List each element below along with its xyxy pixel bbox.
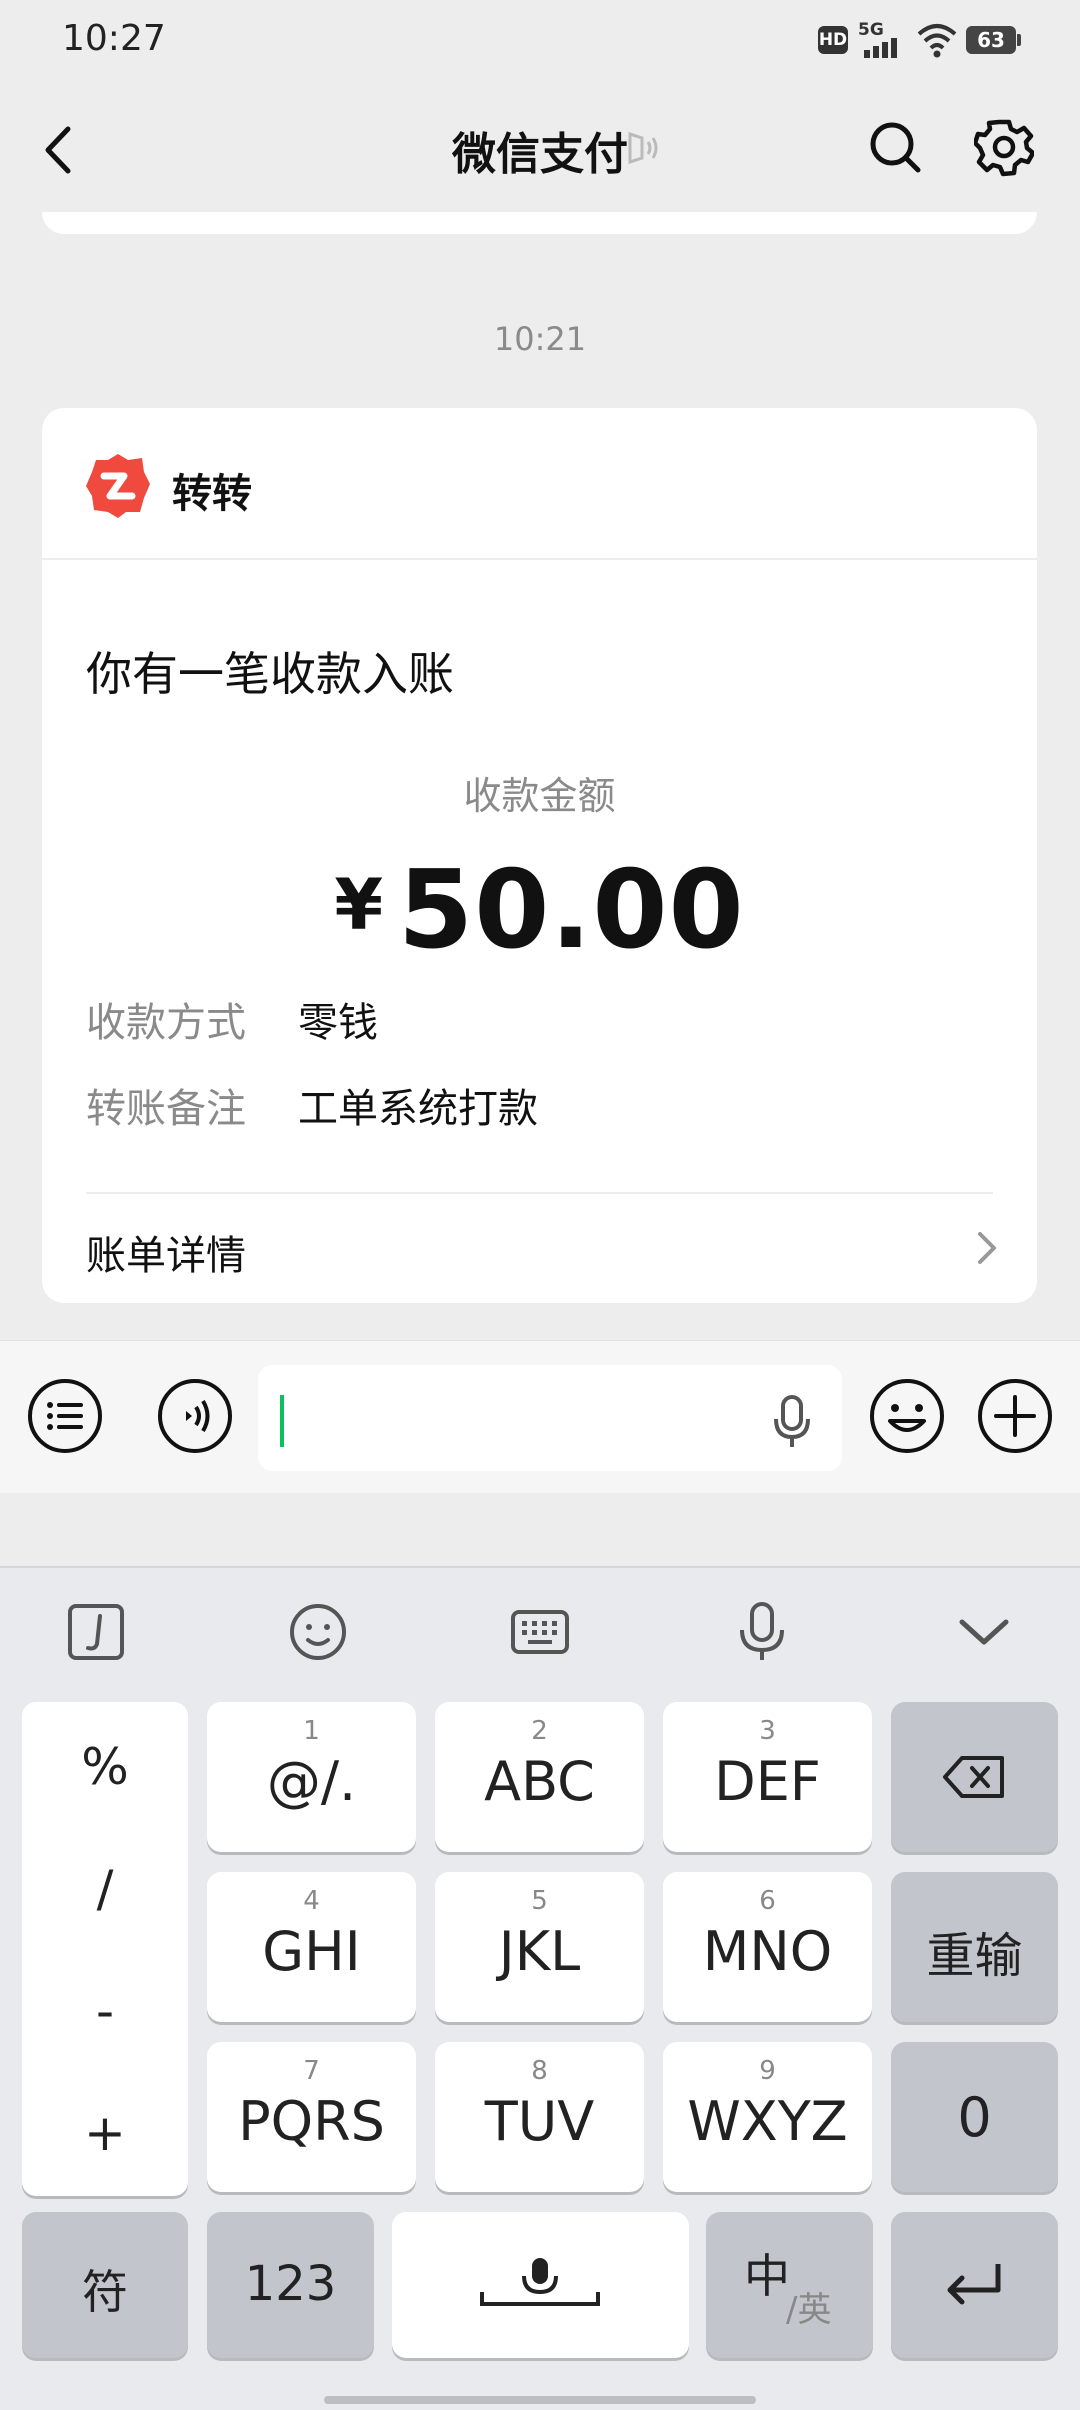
symbol-plus-key[interactable]: + <box>22 2104 188 2162</box>
mute-notification-icon <box>624 128 664 168</box>
kb-toolbar-emoji-button[interactable] <box>286 1600 350 1664</box>
amount-label: 收款金额 <box>463 774 616 818</box>
plus-icon <box>978 1379 1052 1453</box>
text-caret <box>280 1395 284 1447</box>
menu-list-button[interactable] <box>26 1377 104 1455</box>
message-timestamp: 10:21 <box>493 320 587 358</box>
emoji-face-icon <box>290 1604 346 1660</box>
amount-value: ¥50.00 <box>42 848 1037 973</box>
cellular-5g-icon: 5G <box>858 22 908 58</box>
search-icon <box>870 122 921 173</box>
battery-icon: 63 <box>966 22 1024 58</box>
key-4[interactable]: 4 GHI <box>207 1872 416 2022</box>
kb-collapse-button[interactable] <box>952 1600 1016 1664</box>
key-8[interactable]: 8 TUV <box>435 2042 644 2192</box>
zhuanzhuan-logo <box>84 452 152 520</box>
voice-icon <box>158 1379 232 1453</box>
kb-toolbar-note-button[interactable] <box>64 1600 128 1664</box>
backspace-icon <box>943 1756 1004 1798</box>
chat-input-bar <box>0 1340 1080 1493</box>
key-9[interactable]: 9 WXYZ <box>663 2042 872 2192</box>
transfer-note-value: 工单系统打款 <box>298 1086 538 1132</box>
emoji-icon <box>870 1379 944 1453</box>
number-mode-button[interactable]: 123 <box>207 2212 374 2358</box>
wifi-icon <box>916 22 960 58</box>
divider <box>86 1192 993 1194</box>
emoji-button[interactable] <box>868 1377 946 1455</box>
reenter-button[interactable]: 重输 <box>891 1872 1058 2022</box>
microphone-icon[interactable] <box>768 1393 816 1451</box>
symbol-mode-button[interactable]: 符 <box>22 2212 188 2358</box>
space-mic-icon <box>480 2258 600 2306</box>
keyboard: % / - + 1 @/. 2 ABC 3 DEF 4 GHI 5 JKL 6 MNO 重输… <box>0 1566 1080 2410</box>
symbol-minus-key[interactable]: - <box>22 1982 188 2040</box>
key-3[interactable]: 3 DEF <box>663 1702 872 1852</box>
more-plus-button[interactable] <box>976 1377 1054 1455</box>
status-time: 10:27 <box>62 18 166 59</box>
home-indicator[interactable] <box>324 2396 756 2404</box>
kb-toolbar-voice-button[interactable] <box>730 1600 794 1664</box>
enter-button[interactable] <box>891 2212 1058 2358</box>
note-icon <box>68 1604 124 1660</box>
enter-icon <box>947 2264 1001 2305</box>
divider <box>42 558 1037 560</box>
keyboard-icon <box>511 1610 569 1654</box>
card-app-name: 转转 <box>172 471 252 517</box>
key-6[interactable]: 6 MNO <box>663 1872 872 2022</box>
space-voice-key[interactable] <box>392 2212 689 2358</box>
key-1[interactable]: 1 @/. <box>207 1702 416 1852</box>
chevron-right-icon <box>972 1226 1002 1270</box>
list-icon <box>28 1379 102 1453</box>
gear-icon <box>972 119 1036 177</box>
search-button[interactable] <box>868 118 924 178</box>
message-input[interactable] <box>258 1365 842 1471</box>
key-5[interactable]: 5 JKL <box>435 1872 644 2022</box>
microphone-icon <box>740 1602 784 1660</box>
hd-icon: HD <box>818 22 852 58</box>
amount-number: 50.00 <box>398 848 745 973</box>
currency-symbol: ¥ <box>334 864 385 946</box>
chevron-down-icon <box>959 1619 1009 1645</box>
kb-toolbar-keyboard-button[interactable] <box>508 1600 572 1664</box>
settings-button[interactable] <box>972 116 1036 178</box>
backspace-button[interactable] <box>891 1702 1058 1852</box>
symbol-percent-key[interactable]: % <box>22 1738 188 1796</box>
lang-switch-button[interactable]: 中 /英 <box>706 2212 873 2358</box>
key-7[interactable]: 7 PQRS <box>207 2042 416 2192</box>
symbol-slash-key[interactable]: / <box>22 1860 188 1918</box>
bill-detail-link[interactable]: 账单详情 <box>86 1223 246 1281</box>
symbol-column[interactable]: % / - + <box>22 1702 188 2196</box>
key-0[interactable]: 0 <box>891 2042 1058 2192</box>
voice-mode-button[interactable] <box>156 1377 234 1455</box>
payment-notification-card[interactable]: 转转 你有一笔收款入账 收款金额 ¥50.00 收款方式 零钱 转账备注 工单系… <box>42 408 1037 1303</box>
payment-method-value: 零钱 <box>298 1000 378 1046</box>
key-2[interactable]: 2 ABC <box>435 1702 644 1852</box>
transfer-note-key: 转账备注 <box>86 1086 246 1132</box>
payment-method-key: 收款方式 <box>86 1000 246 1046</box>
previous-message-card <box>42 212 1037 234</box>
card-headline: 你有一笔收款入账 <box>86 647 454 701</box>
